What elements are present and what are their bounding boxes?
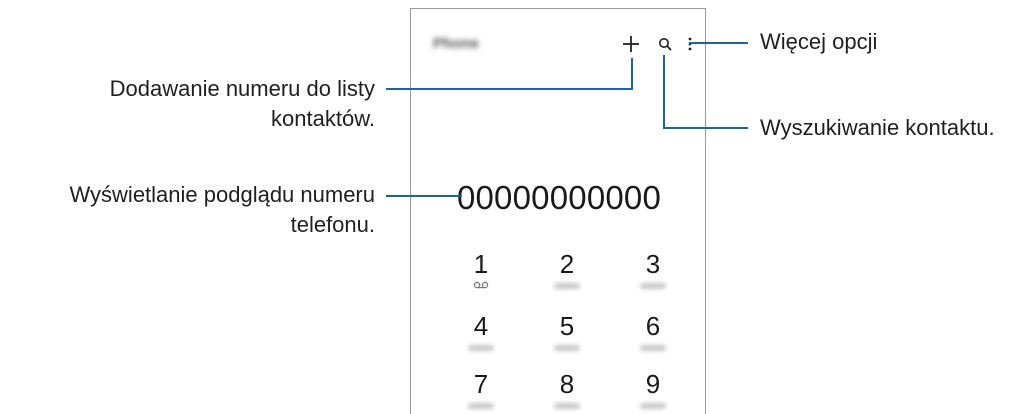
key-letters — [468, 345, 494, 351]
key-letters — [468, 403, 494, 409]
app-title: Phone — [433, 35, 479, 52]
key-digit: 3 — [645, 249, 661, 279]
more-vertical-icon — [688, 37, 692, 51]
phone-screen: Phone 00000000000 1 2 3 4 5 6 7 8 9 — [410, 8, 706, 414]
search-icon — [659, 38, 672, 51]
callout-add-contact-line1: Dodawanie numeru do listy — [109, 76, 375, 101]
callout-more-options: Więcej opcji — [760, 29, 878, 54]
key-digit: 1 — [473, 249, 489, 279]
key-digit: 6 — [645, 311, 661, 341]
key-5[interactable]: 5 — [532, 311, 602, 351]
key-3[interactable]: 3 — [618, 249, 688, 289]
more-options-button[interactable] — [683, 31, 697, 57]
key-letters — [640, 345, 666, 351]
callout-search-contact: Wyszukiwanie kontaktu. — [760, 115, 995, 140]
key-6[interactable]: 6 — [618, 311, 688, 351]
key-digit: 7 — [473, 369, 489, 399]
callout-add-contact: Dodawanie numeru do listy kontaktów. — [35, 74, 375, 134]
voicemail-icon — [473, 281, 489, 289]
key-9[interactable]: 9 — [618, 369, 688, 409]
callout-add-contact-line2: kontaktów. — [271, 106, 375, 131]
key-digit: 8 — [559, 369, 575, 399]
key-2[interactable]: 2 — [532, 249, 602, 289]
key-letters — [554, 345, 580, 351]
callout-number-preview-line2: telefonu. — [290, 212, 375, 237]
key-digit: 9 — [645, 369, 661, 399]
plus-icon — [623, 36, 639, 52]
key-letters — [554, 283, 580, 289]
key-letters — [640, 283, 666, 289]
key-4[interactable]: 4 — [446, 311, 516, 351]
key-8[interactable]: 8 — [532, 369, 602, 409]
key-7[interactable]: 7 — [446, 369, 516, 409]
dialed-number-display[interactable]: 00000000000 — [411, 179, 705, 217]
key-1[interactable]: 1 — [446, 249, 516, 289]
callout-number-preview: Wyświetlanie podglądu numeru telefonu. — [0, 180, 375, 240]
search-button[interactable] — [654, 31, 676, 57]
key-letters — [554, 403, 580, 409]
key-digit: 2 — [559, 249, 575, 279]
add-contact-button[interactable] — [618, 31, 644, 57]
key-digit: 4 — [473, 311, 489, 341]
key-letters — [640, 403, 666, 409]
key-digit: 5 — [559, 311, 575, 341]
callout-number-preview-line1: Wyświetlanie podglądu numeru — [69, 182, 375, 207]
